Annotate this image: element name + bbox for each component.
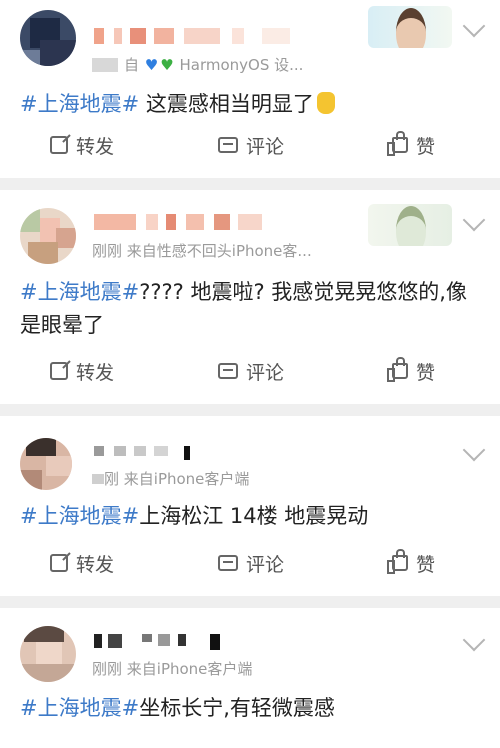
thumbs-up-icon bbox=[387, 131, 408, 156]
post-header: 刚刚 来自性感不回头iPhone客... bbox=[0, 190, 500, 274]
avatar[interactable] bbox=[20, 626, 76, 682]
post-text: 坐标长宁,有轻微震感 bbox=[139, 696, 335, 720]
post-header: 自 ♥ ♥ HarmonyOS 设... bbox=[0, 0, 500, 84]
post-content: #上海地震#上海松江 14楼 地震晃动 bbox=[0, 500, 500, 533]
avatar[interactable] bbox=[20, 208, 76, 264]
post-card: 刚刚 来自性感不回头iPhone客... #上海地震#???? 地震啦? 我感觉… bbox=[0, 190, 500, 404]
hashtag-link[interactable]: #上海地震# bbox=[20, 696, 139, 720]
post-card: 刚 来自iPhone客户端 #上海地震#上海松江 14楼 地震晃动 转发 评论 … bbox=[0, 416, 500, 596]
badge-portrait bbox=[396, 8, 426, 48]
thumbs-up-icon bbox=[387, 357, 408, 382]
comment-button[interactable]: 评论 bbox=[218, 358, 284, 384]
meta-prefix: 刚刚 来自 bbox=[92, 242, 157, 260]
pixelated-time bbox=[92, 474, 104, 484]
repost-label: 转发 bbox=[76, 361, 115, 384]
profile-decoration-badge bbox=[368, 6, 452, 48]
comment-button[interactable]: 评论 bbox=[218, 132, 284, 158]
repost-icon bbox=[50, 136, 68, 154]
repost-label: 转发 bbox=[76, 553, 115, 576]
like-button[interactable]: 赞 bbox=[387, 357, 436, 384]
meta-source[interactable]: iPhone客户端 bbox=[154, 470, 250, 488]
action-bar: 转发 评论 赞 bbox=[0, 530, 500, 596]
repost-icon bbox=[50, 362, 68, 380]
hashtag-link[interactable]: #上海地震# bbox=[20, 280, 139, 304]
meta-source[interactable]: iPhone客户端 bbox=[157, 660, 253, 678]
post-text: 上海松江 14楼 地震晃动 bbox=[139, 504, 369, 528]
comment-label: 评论 bbox=[246, 135, 285, 158]
comment-icon bbox=[218, 363, 238, 379]
profile-decoration-badge bbox=[368, 204, 452, 246]
repost-button[interactable]: 转发 bbox=[50, 358, 114, 384]
badge-portrait bbox=[396, 206, 426, 246]
chevron-down-icon[interactable] bbox=[462, 438, 486, 462]
comment-button[interactable]: 评论 bbox=[218, 550, 284, 576]
green-heart-icon: ♥ bbox=[160, 56, 174, 74]
like-label: 赞 bbox=[416, 135, 436, 158]
like-button[interactable]: 赞 bbox=[387, 549, 436, 576]
meta-prefix: 刚刚 来自 bbox=[92, 660, 157, 678]
like-label: 赞 bbox=[416, 553, 436, 576]
post-content: #上海地震#坐标长宁,有轻微震感 bbox=[0, 692, 500, 725]
thumbs-up-icon bbox=[387, 549, 408, 574]
avatar[interactable] bbox=[20, 438, 72, 490]
repost-icon bbox=[50, 554, 68, 572]
chevron-down-icon[interactable] bbox=[462, 628, 486, 652]
post-content: #上海地震#???? 地震啦? 我感觉晃晃悠悠的,像是眼晕了 bbox=[0, 276, 500, 342]
blue-heart-icon: ♥ bbox=[144, 56, 159, 74]
hashtag-link[interactable]: #上海地震# bbox=[20, 504, 139, 528]
repost-button[interactable]: 转发 bbox=[50, 132, 114, 158]
post-card: 自 ♥ ♥ HarmonyOS 设... #上海地震# 这震感相当明显了 转发 评… bbox=[0, 0, 500, 178]
action-bar: 转发 评论 赞 bbox=[0, 112, 500, 178]
chevron-down-icon[interactable] bbox=[462, 208, 486, 232]
action-bar: 转发 评论 赞 bbox=[0, 338, 500, 404]
meta-source[interactable]: HarmonyOS 设... bbox=[179, 56, 303, 74]
post-header: 刚刚 来自iPhone客户端 bbox=[0, 608, 500, 692]
post-meta: 刚刚 来自iPhone客户端 bbox=[92, 658, 252, 679]
post-meta: 自 ♥ ♥ HarmonyOS 设... bbox=[92, 54, 303, 75]
weibo-feed: 自 ♥ ♥ HarmonyOS 设... #上海地震# 这震感相当明显了 转发 评… bbox=[0, 0, 500, 748]
like-button[interactable]: 赞 bbox=[387, 131, 436, 158]
comment-icon bbox=[218, 137, 238, 153]
avatar[interactable] bbox=[20, 10, 76, 66]
comment-label: 评论 bbox=[246, 361, 285, 384]
meta-prefix: 刚 来自 bbox=[104, 470, 154, 488]
meta-source[interactable]: 性感不回头iPhone客... bbox=[157, 242, 312, 260]
comment-icon bbox=[218, 555, 238, 571]
meta-prefix: 自 bbox=[124, 56, 140, 74]
chevron-down-icon[interactable] bbox=[462, 14, 486, 38]
pixelated-time bbox=[92, 58, 118, 72]
like-label: 赞 bbox=[416, 361, 436, 384]
post-meta: 刚 来自iPhone客户端 bbox=[92, 468, 249, 489]
post-meta: 刚刚 来自性感不回头iPhone客... bbox=[92, 240, 312, 261]
post-header: 刚 来自iPhone客户端 bbox=[0, 416, 500, 500]
repost-button[interactable]: 转发 bbox=[50, 550, 114, 576]
emoji-icon bbox=[316, 92, 335, 114]
comment-label: 评论 bbox=[246, 553, 285, 576]
post-card: 刚刚 来自iPhone客户端 #上海地震#坐标长宁,有轻微震感 bbox=[0, 608, 500, 748]
repost-label: 转发 bbox=[76, 135, 115, 158]
